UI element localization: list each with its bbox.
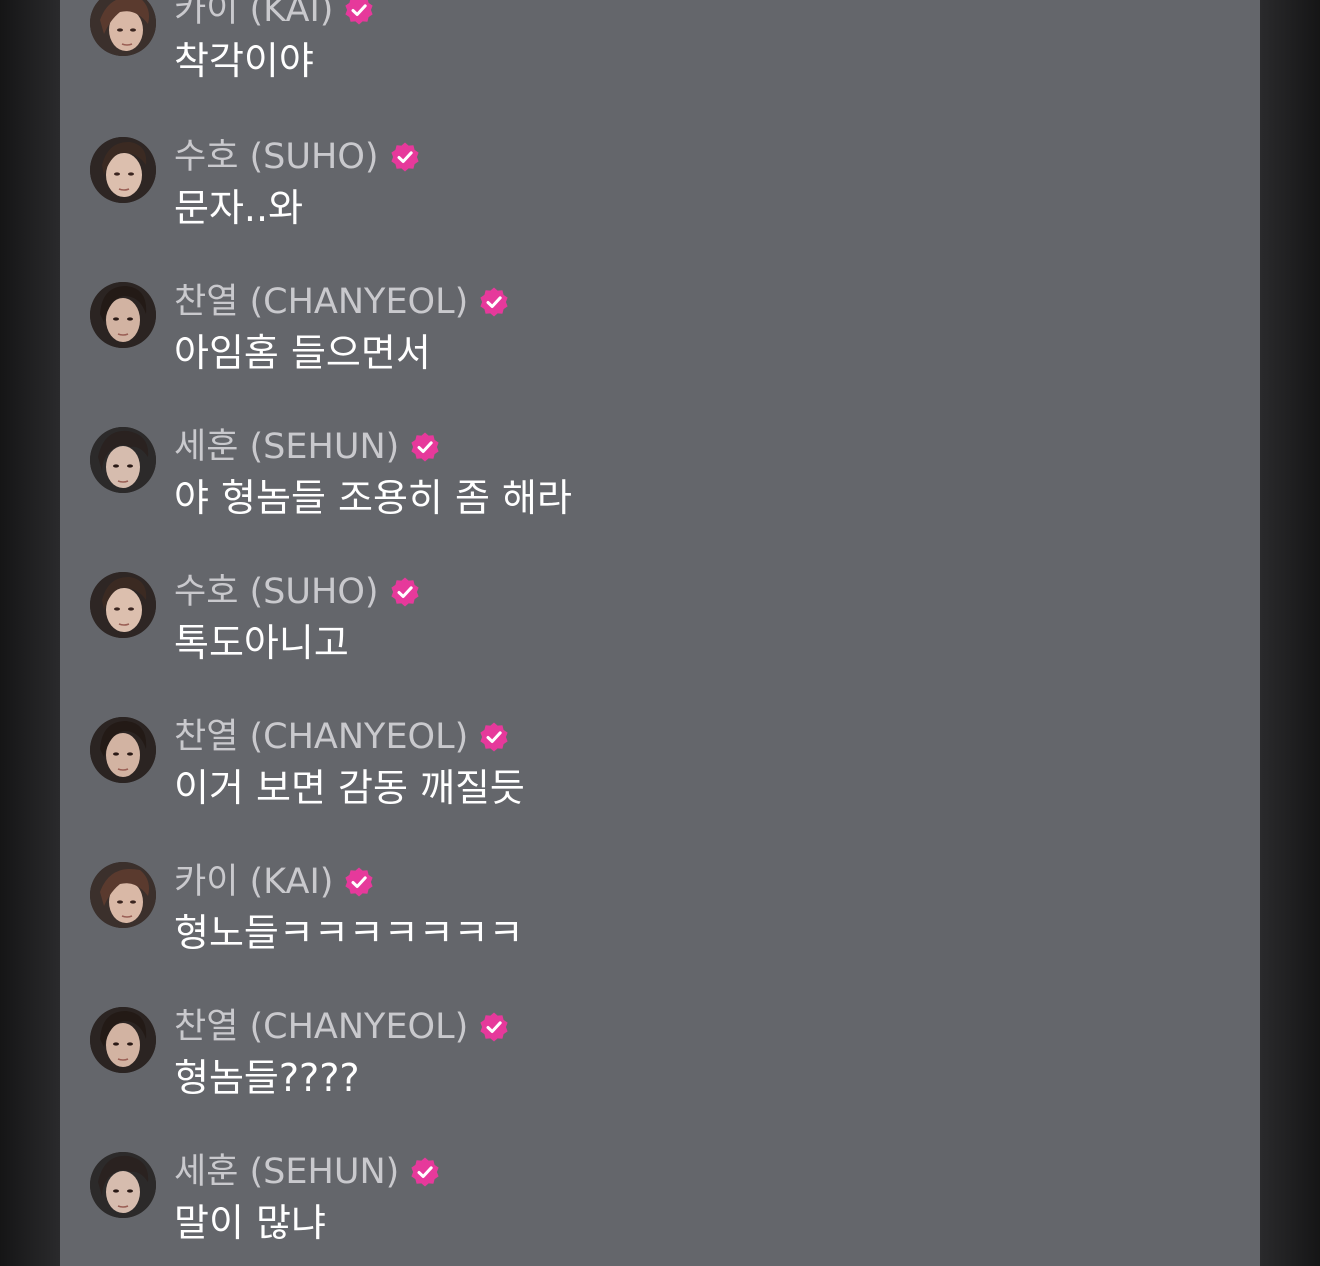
sender-row: 수호 (SUHO) (174, 572, 421, 612)
sender-row: 세훈 (SEHUN) (174, 1152, 441, 1192)
sender-row: 세훈 (SEHUN) (174, 427, 441, 467)
avatar[interactable] (90, 1007, 156, 1073)
chat-panel[interactable]: 카이 (KAI) 착각이야 수호 (SUHO) 문자..와 찬열 (CHANYE… (60, 0, 1260, 1266)
sender-name: 카이 (KAI) (174, 0, 334, 30)
verified-badge-icon (390, 577, 419, 607)
sender-row: 찬열 (CHANYEOL) (174, 717, 510, 757)
verified-badge-icon (390, 142, 419, 172)
chat-message: 찬열 (CHANYEOL) 이거 보면 감동 깨질듯 (90, 717, 1190, 847)
backdrop-right (1260, 0, 1320, 1266)
avatar[interactable] (90, 1152, 156, 1218)
sender-name: 수호 (SUHO) (174, 572, 379, 612)
message-text: 착각이야 (174, 39, 314, 83)
sender-name: 찬열 (CHANYEOL) (174, 282, 469, 322)
sender-row: 찬열 (CHANYEOL) (174, 1007, 510, 1047)
chat-message: 세훈 (SEHUN) 말이 많냐 (90, 1152, 1190, 1266)
backdrop-left (0, 0, 60, 1266)
sender-name: 카이 (KAI) (174, 862, 334, 902)
message-text: 이거 보면 감동 깨질듯 (174, 766, 525, 810)
message-text: 아임홈 들으면서 (174, 331, 431, 375)
avatar[interactable] (90, 137, 156, 203)
verified-badge-icon (345, 867, 374, 897)
verified-badge-icon (480, 722, 508, 752)
avatar[interactable] (90, 282, 156, 348)
sender-name: 세훈 (SEHUN) (174, 1152, 400, 1192)
avatar[interactable] (90, 0, 156, 56)
avatar[interactable] (90, 717, 156, 783)
chat-message: 수호 (SUHO) 톡도아니고 (90, 572, 1190, 702)
message-text: 문자..와 (174, 186, 304, 230)
sender-row: 수호 (SUHO) (174, 137, 421, 177)
avatar[interactable] (90, 572, 156, 638)
chat-message: 찬열 (CHANYEOL) 아임홈 들으면서 (90, 282, 1190, 412)
message-text: 형노들ㅋㅋㅋㅋㅋㅋㅋ (174, 911, 524, 955)
message-text: 야 형놈들 조용히 좀 해라 (174, 476, 572, 520)
sender-name: 수호 (SUHO) (174, 137, 379, 177)
verified-badge-icon (345, 0, 374, 25)
verified-badge-icon (411, 432, 439, 462)
message-text: 말이 많냐 (174, 1201, 326, 1245)
sender-row: 카이 (KAI) (174, 0, 375, 30)
sender-name: 찬열 (CHANYEOL) (174, 1007, 469, 1047)
chat-message: 카이 (KAI) 형노들ㅋㅋㅋㅋㅋㅋㅋ (90, 862, 1190, 992)
sender-name: 찬열 (CHANYEOL) (174, 717, 469, 757)
verified-badge-icon (411, 1157, 439, 1187)
avatar[interactable] (90, 427, 156, 493)
chat-message: 수호 (SUHO) 문자..와 (90, 137, 1190, 267)
sender-row: 찬열 (CHANYEOL) (174, 282, 510, 322)
chat-message: 세훈 (SEHUN) 야 형놈들 조용히 좀 해라 (90, 427, 1190, 557)
message-text: 형놈들???? (174, 1056, 360, 1100)
sender-row: 카이 (KAI) (174, 862, 375, 902)
avatar[interactable] (90, 862, 156, 928)
verified-badge-icon (480, 287, 508, 317)
chat-message: 찬열 (CHANYEOL) 형놈들???? (90, 1007, 1190, 1137)
chat-message: 카이 (KAI) 착각이야 (90, 0, 1190, 120)
verified-badge-icon (480, 1012, 508, 1042)
sender-name: 세훈 (SEHUN) (174, 427, 400, 467)
message-text: 톡도아니고 (174, 621, 349, 665)
